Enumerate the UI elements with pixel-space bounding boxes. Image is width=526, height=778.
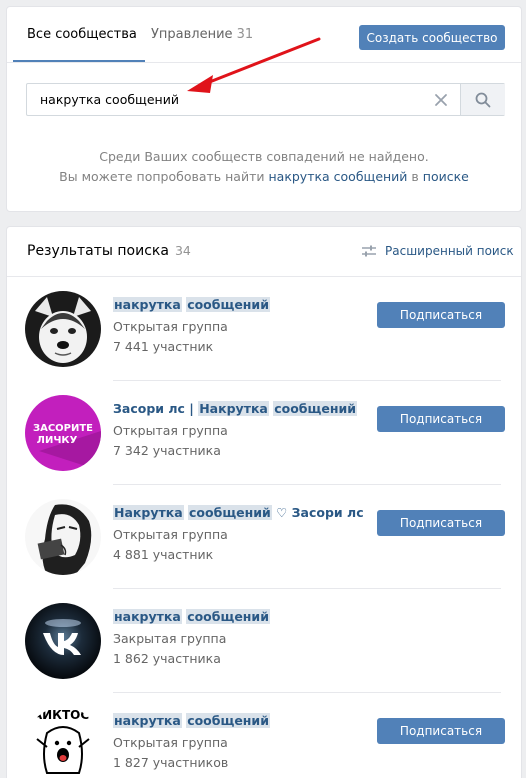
name-highlight: сообщений: [188, 505, 272, 520]
name-highlight: накрутка: [113, 713, 182, 728]
group-name-link[interactable]: накрутка сообщений: [113, 713, 270, 728]
search-button[interactable]: [460, 84, 505, 115]
group-avatar[interactable]: [25, 603, 101, 679]
query-link[interactable]: накрутка сообщений: [268, 169, 407, 184]
name-highlight: Накрутка: [113, 505, 184, 520]
results-header: Результаты поиска 34 Расширенный поиск: [7, 227, 521, 277]
empty-message-prefix: Вы можете попробовать найти: [59, 169, 265, 184]
group-type: Открытая группа: [113, 527, 228, 542]
group-type: Открытая группа: [113, 423, 228, 438]
name-highlight: Накрутка: [198, 401, 269, 416]
subscribe-button[interactable]: Подписаться: [377, 406, 505, 432]
empty-message-line1: Среди Ваших сообществ совпадений не найд…: [99, 149, 429, 164]
group-row: АЙКТОС накрутка сообщений Открытая групп…: [7, 693, 521, 778]
group-row: ЗАСОРИТЕ ЛИЧКУ Засори лс | Накрутка сооб…: [7, 381, 521, 485]
results-count: 34: [174, 243, 191, 258]
empty-result-message: Среди Ваших сообществ совпадений не найд…: [7, 147, 521, 187]
search-results-card: Результаты поиска 34 Расширенный поиск н…: [6, 226, 522, 778]
tab-manage-count: 31: [236, 27, 254, 42]
subscribe-button[interactable]: Подписаться: [377, 302, 505, 328]
avatar-text: ЛИЧКУ: [37, 435, 78, 446]
group-name-link[interactable]: Накрутка сообщений ♡ Засори лс: [113, 505, 364, 520]
group-name-link[interactable]: накрутка сообщений: [113, 609, 270, 624]
name-suffix: ♡ Засори лс: [271, 505, 364, 520]
group-type: Открытая группа: [113, 735, 228, 750]
tab-manage[interactable]: Управление 31: [151, 27, 253, 42]
group-name-link[interactable]: Засори лс | Накрутка сообщений: [113, 401, 357, 416]
advanced-search-label: Расширенный поиск: [385, 244, 514, 258]
group-avatar[interactable]: [25, 291, 101, 367]
search-icon: [475, 92, 491, 107]
empty-message-middle: в: [411, 169, 419, 184]
name-highlight: сообщений: [273, 401, 357, 416]
group-avatar[interactable]: АЙКТОС: [25, 707, 101, 778]
group-avatar[interactable]: ЗАСОРИТЕ ЛИЧКУ: [25, 395, 101, 471]
group-name-link[interactable]: накрутка сообщений: [113, 297, 270, 312]
results-title: Результаты поиска 34: [27, 243, 191, 259]
group-members: 7 342 участника: [113, 443, 221, 458]
group-row: накрутка сообщений Открытая группа 7 441…: [7, 277, 521, 381]
group-members: 1 827 участников: [113, 755, 229, 770]
group-members: 1 862 участника: [113, 651, 221, 666]
group-members: 7 441 участник: [113, 339, 214, 354]
create-community-button[interactable]: Создать сообщество: [359, 25, 505, 50]
name-highlight: сообщений: [186, 297, 270, 312]
search-box: [26, 83, 505, 116]
communities-card: Все сообщества Управление 31 Создать сооб…: [6, 6, 522, 212]
results-title-text: Результаты поиска: [27, 243, 169, 259]
active-tab-indicator: [13, 60, 145, 62]
group-type: Закрытая группа: [113, 631, 227, 646]
tab-all-communities[interactable]: Все сообщества: [27, 27, 137, 42]
global-search-link[interactable]: поиске: [423, 169, 469, 184]
name-highlight: накрутка: [113, 609, 182, 624]
clear-icon[interactable]: [432, 91, 450, 109]
search-input[interactable]: [27, 84, 427, 115]
name-highlight: накрутка: [113, 297, 182, 312]
subscribe-button[interactable]: Подписаться: [377, 718, 505, 744]
group-type: Открытая группа: [113, 319, 228, 334]
name-highlight: сообщений: [186, 609, 270, 624]
subscribe-button[interactable]: Подписаться: [377, 510, 505, 536]
avatar-text: ЗАСОРИТЕ: [33, 423, 93, 434]
group-row: Накрутка сообщений ♡ Засори лс Открытая …: [7, 485, 521, 589]
avatar-text: АЙКТОС: [33, 707, 90, 722]
name-prefix: Засори лс |: [113, 401, 199, 416]
name-highlight: сообщений: [186, 713, 270, 728]
empty-message-line2: Вы можете попробовать найти накрутка соо…: [7, 167, 521, 187]
group-members: 4 881 участник: [113, 547, 214, 562]
tab-manage-label: Управление: [151, 27, 233, 42]
tabs-bar: Все сообщества Управление 31 Создать сооб…: [7, 7, 521, 63]
group-avatar[interactable]: [25, 499, 101, 575]
filter-sliders-icon: [362, 245, 376, 257]
advanced-search-link[interactable]: Расширенный поиск: [361, 244, 514, 258]
group-row: накрутка сообщений Закрытая группа 1 862…: [7, 589, 521, 693]
